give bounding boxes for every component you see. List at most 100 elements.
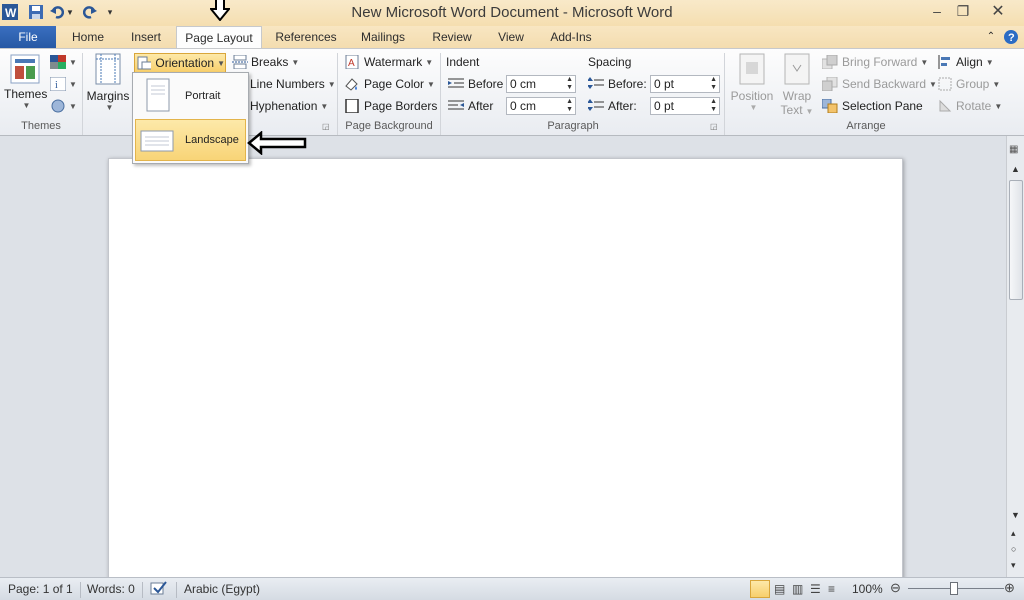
zoom-in-icon[interactable]: ⊕ [1004, 580, 1015, 596]
vertical-scrollbar[interactable]: ▦ ▲ ▼ ▴ ○ ▾ [1006, 136, 1024, 577]
group-button[interactable]: Group ▼ [938, 77, 1000, 91]
align-button[interactable]: Align ▼ [938, 55, 994, 69]
minimize-ribbon-icon[interactable]: ⌃ [984, 26, 998, 49]
spacing-after-label: After: [608, 99, 637, 113]
group-label-arrange: Arrange [846, 120, 886, 132]
bring-forward-icon [822, 55, 838, 69]
themes-button[interactable]: Themes ▼ [4, 53, 47, 110]
tab-file[interactable]: File [0, 26, 56, 49]
indent-before-value: 0 cm [510, 77, 537, 91]
orientation-landscape-item[interactable]: Landscape [135, 119, 246, 161]
spinner-icon[interactable]: ▲ ▼ [566, 98, 573, 114]
scroll-up-icon[interactable]: ▲ [1011, 164, 1020, 174]
spacing-after-field[interactable]: 0 pt ▲ ▼ [650, 97, 720, 115]
outline-view-icon[interactable]: ☰ [810, 582, 821, 596]
selection-pane-label: Selection Pane [842, 99, 923, 113]
window-title: New Microsoft Word Document - Microsoft … [351, 4, 673, 21]
tab-page-layout[interactable]: Page Layout [176, 26, 262, 50]
wrap-text-button[interactable]: Wrap Text ▼ [778, 53, 816, 117]
tab-mailings[interactable]: Mailings [350, 26, 416, 49]
rotate-button[interactable]: Rotate ▼ [938, 99, 1002, 113]
tab-view[interactable]: View [488, 26, 534, 49]
page-borders-label: Page Borders [364, 99, 438, 113]
zoom-slider-thumb[interactable] [950, 582, 958, 595]
scroll-down-icon[interactable]: ▼ [1011, 510, 1020, 520]
wrap-text-label-2-text: Text [780, 103, 803, 117]
spinner-icon[interactable]: ▲ ▼ [710, 98, 717, 114]
group-icon [938, 77, 952, 91]
scroll-thumb[interactable] [1009, 180, 1023, 300]
spacing-before-icon [588, 77, 604, 89]
page-borders-button[interactable]: Page Borders [344, 99, 437, 113]
orientation-portrait-item[interactable]: Portrait [135, 75, 246, 117]
zoom-level[interactable]: 100% [852, 582, 883, 596]
hyphenation-button[interactable]: Hyphenation ▼ [250, 99, 328, 113]
document-page[interactable] [108, 158, 903, 588]
indent-right-icon [448, 99, 464, 111]
indent-before-label: Before [468, 77, 504, 91]
bring-forward-button[interactable]: Bring Forward ▼ [822, 55, 928, 69]
print-layout-view-icon[interactable] [750, 580, 770, 598]
watermark-button[interactable]: A Watermark ▼ [344, 55, 433, 69]
selection-pane-button[interactable]: Selection Pane [822, 99, 923, 113]
tab-add-ins[interactable]: Add-Ins [542, 26, 600, 49]
portrait-label: Portrait [185, 90, 221, 102]
spacing-before-label: Before: [608, 77, 647, 91]
browse-object-icon[interactable]: ○ [1011, 544, 1016, 554]
page-setup-dialog-launcher-icon[interactable]: ◲ [322, 122, 330, 131]
page-color-button[interactable]: Page Color ▼ [344, 77, 435, 91]
page-color-icon [345, 78, 358, 91]
language-indicator[interactable]: Arabic (Egypt) [184, 582, 260, 596]
ruler-toggle-icon[interactable]: ▦ [1009, 144, 1022, 158]
help-icon[interactable]: ? [1002, 26, 1020, 49]
tab-references[interactable]: References [270, 26, 342, 49]
previous-page-icon[interactable]: ▴ [1011, 528, 1016, 539]
svg-text:i: i [55, 80, 58, 91]
tab-review[interactable]: Review [424, 26, 480, 49]
margins-button[interactable]: Margins ▼ [86, 53, 130, 112]
indent-after-field[interactable]: 0 cm ▲ ▼ [506, 97, 576, 115]
theme-effects-button[interactable]: ▼ [50, 99, 77, 113]
position-button[interactable]: Position ▼ [728, 53, 776, 112]
status-divider [80, 582, 81, 598]
send-backward-button[interactable]: Send Backward ▼ [822, 77, 937, 91]
portrait-page-icon [146, 78, 170, 112]
status-divider [142, 582, 143, 598]
selection-pane-icon [822, 99, 838, 113]
ribbon-tabs: File Home Insert Page Layout References … [0, 26, 1024, 50]
proofing-icon[interactable] [150, 580, 168, 599]
title-bar: W ▼ ▾ New Microsoft Word Document - Micr… [0, 0, 1024, 26]
tab-home[interactable]: Home [62, 26, 114, 49]
word-count[interactable]: Words: 0 [87, 582, 135, 596]
breaks-button[interactable]: Breaks ▼ [232, 55, 299, 69]
orientation-icon [137, 56, 152, 70]
paragraph-dialog-launcher-icon[interactable]: ◲ [710, 122, 718, 131]
orientation-button[interactable]: Orientation ▼ [134, 53, 226, 73]
spacing-before-field[interactable]: 0 pt ▲ ▼ [650, 75, 720, 93]
spinner-icon[interactable]: ▲ ▼ [566, 76, 573, 92]
theme-fonts-button[interactable]: i ▼ [50, 77, 77, 91]
page-borders-icon [345, 99, 359, 113]
themes-icon [10, 54, 40, 84]
send-backward-icon [822, 77, 838, 91]
web-layout-view-icon[interactable]: ▥ [792, 582, 803, 596]
theme-colors-button[interactable]: ▼ [50, 55, 77, 69]
send-backward-label: Send Backward [842, 77, 927, 91]
wrap-text-icon [784, 53, 810, 85]
indent-after-label: After [468, 99, 494, 113]
chevron-down-icon: ▼ [22, 101, 31, 110]
close-icon[interactable]: ✕ [974, 0, 1022, 22]
draft-view-icon[interactable]: ≡ [828, 582, 835, 596]
page-count[interactable]: Page: 1 of 1 [8, 582, 73, 596]
tab-insert[interactable]: Insert [120, 26, 172, 49]
indent-before-field[interactable]: 0 cm ▲ ▼ [506, 75, 576, 93]
next-page-icon[interactable]: ▾ [1011, 560, 1016, 571]
spinner-icon[interactable]: ▲ ▼ [710, 76, 717, 92]
align-label: Align [956, 55, 983, 69]
landscape-label: Landscape [185, 134, 239, 146]
svg-text:?: ? [1008, 32, 1015, 44]
landscape-page-icon [140, 130, 174, 152]
zoom-out-icon[interactable]: ⊖ [890, 580, 901, 596]
line-numbers-button[interactable]: Line Numbers ▼ [250, 77, 336, 91]
full-screen-reading-view-icon[interactable]: ▤ [774, 582, 785, 596]
